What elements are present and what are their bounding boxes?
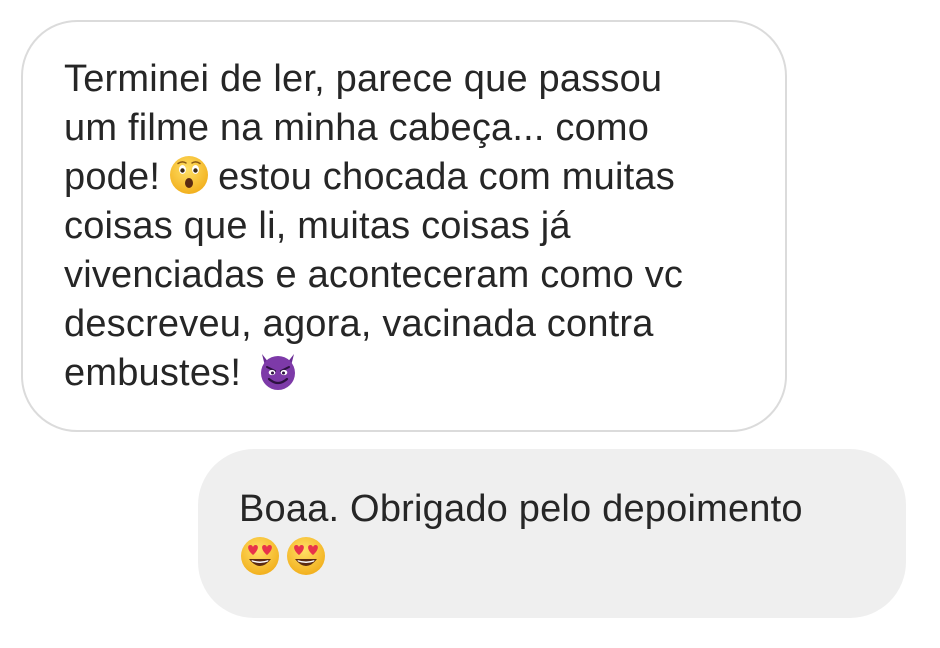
sent-message-bubble[interactable]: Boaa. Obrigado pelo depoimento (198, 449, 906, 618)
message-text-line: Boaa. Obrigado pelo depoimento (239, 488, 803, 530)
message-text-segment: pode! (64, 156, 161, 198)
received-message-bubble[interactable]: Terminei de ler, parece que passou um fi… (21, 20, 787, 432)
hushed-face-emoji-icon (168, 154, 210, 196)
message-text-line: coisas que li, muitas coisas já (64, 205, 571, 247)
message-text-line: vivenciadas e aconteceram como vc (64, 254, 684, 296)
message-text-line-with-emoji: pode! estou chocada com muitas (64, 153, 765, 202)
message-text-line-with-emoji: embustes! (64, 349, 765, 398)
emoji-line (239, 534, 886, 583)
message-text-line: um filme na minha cabeça... como (64, 107, 650, 149)
message-text-line: Terminei de ler, parece que passou (64, 58, 663, 100)
smiling-face-with-horns-emoji-icon (257, 350, 299, 392)
message-text-segment: estou chocada com muitas (218, 156, 675, 198)
smiling-face-with-heart-eyes-emoji-icon (285, 535, 327, 577)
message-text-line: descreveu, agora, vacinada contra (64, 303, 654, 345)
smiling-face-with-heart-eyes-emoji-icon (239, 535, 281, 577)
message-text-segment: embustes! (64, 352, 242, 394)
